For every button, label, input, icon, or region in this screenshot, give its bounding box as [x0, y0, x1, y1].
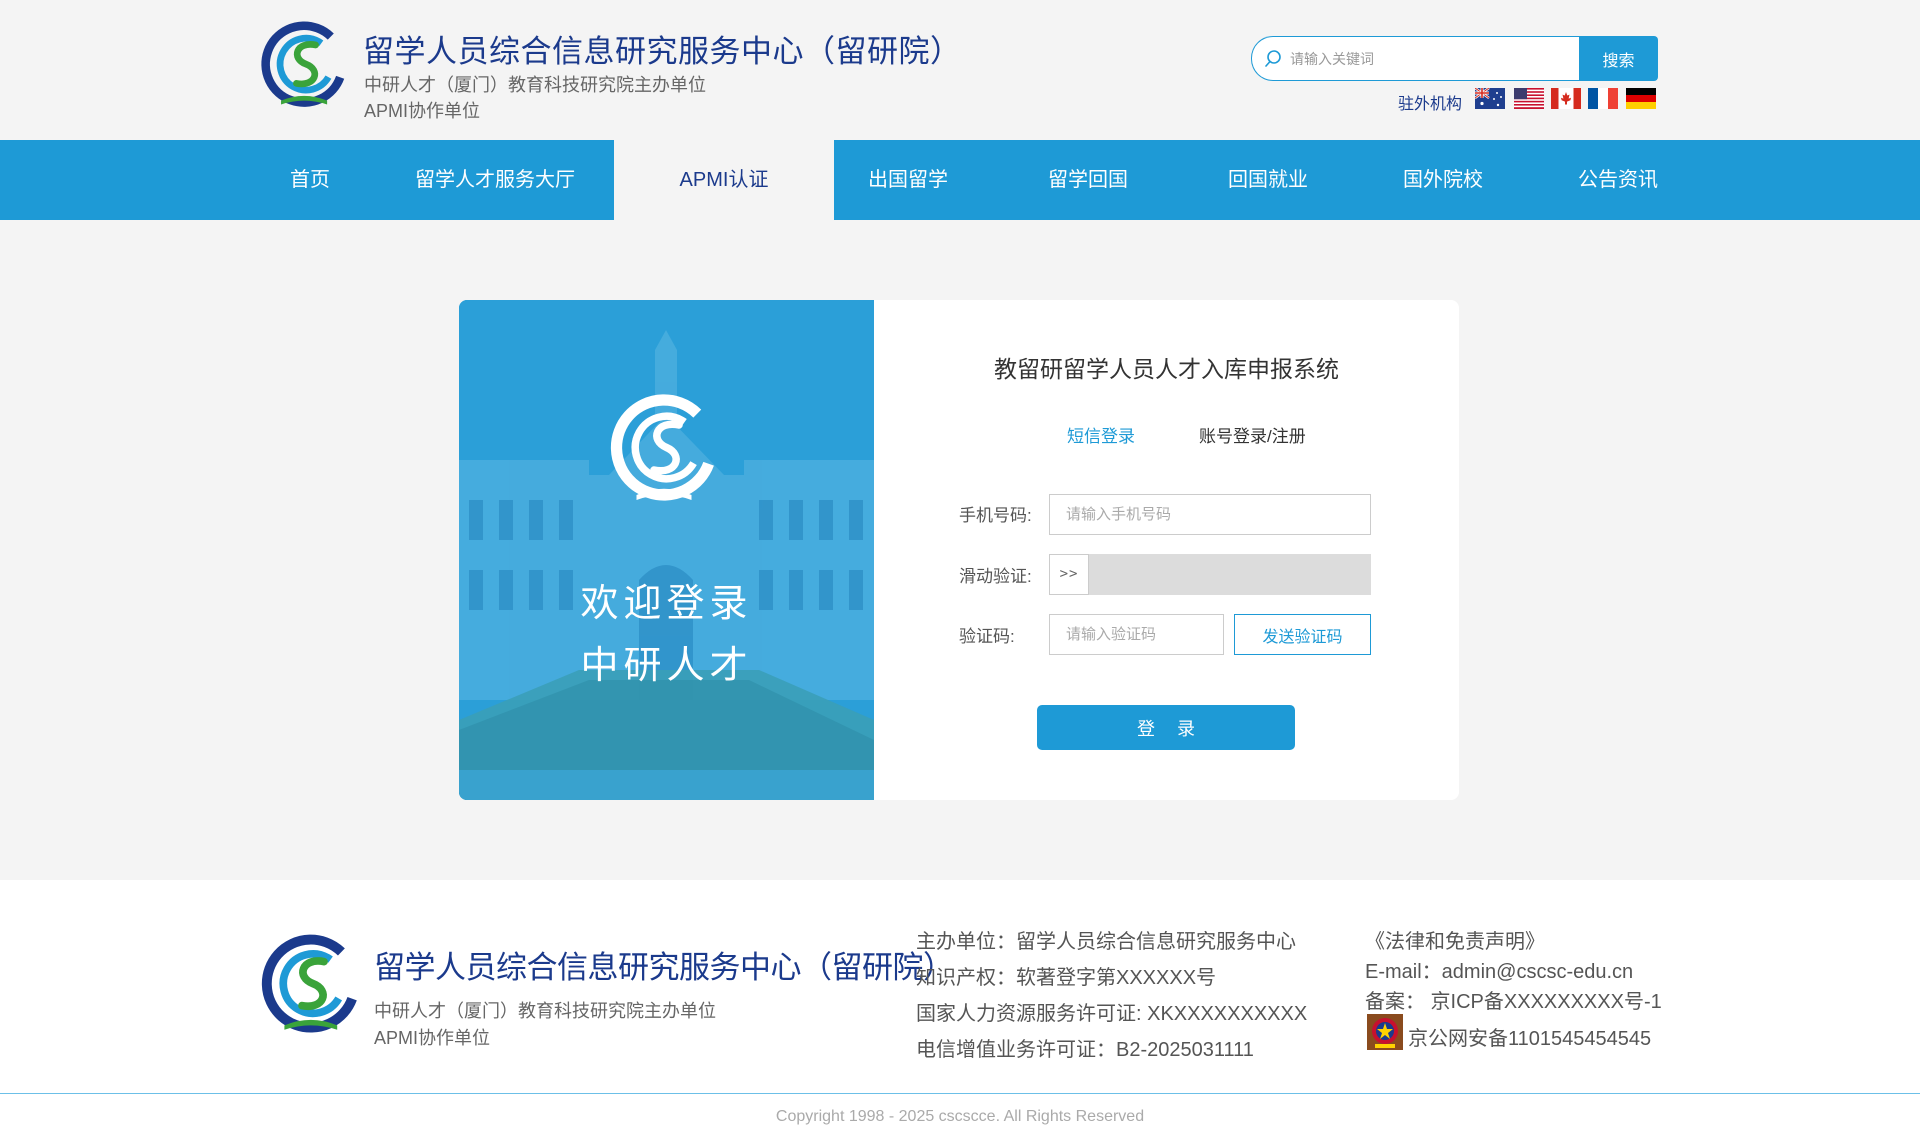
slider-captcha-track[interactable]: >> [1049, 554, 1371, 595]
code-input[interactable] [1049, 614, 1224, 655]
legal-disclaimer-link[interactable]: 《法律和免责声明》 [1365, 925, 1545, 954]
banner-logo-icon [610, 394, 718, 501]
search-button[interactable]: 搜索 [1579, 36, 1658, 81]
welcome-heading: 欢迎登录 [580, 583, 753, 625]
footer-subtitle-partner: APMI协作单位 [374, 1028, 491, 1048]
footer-title: 留学人员综合信息研究服务中心（留研院） [374, 950, 954, 985]
nav-item-study-abroad[interactable]: 出国留学 [858, 140, 958, 220]
tab-account-login[interactable]: 账号登录/注册 [1199, 422, 1306, 447]
site-footer: 留学人员综合信息研究服务中心（留研院） 中研人才（厦门）教育科技研究院主办单位 … [0, 880, 1920, 1141]
footer-logo-icon [261, 934, 360, 1033]
footer-sponsor: 主办单位：留学人员综合信息研究服务中心 [916, 931, 1296, 953]
welcome-banner: 欢迎登录 中研人才 [459, 300, 874, 800]
phone-label: 手机号码: [959, 506, 1032, 525]
main-navigation: 首页 留学人才服务大厅 APMI认证 出国留学 留学回国 回国就业 国外院校 公… [0, 140, 1920, 220]
footer-icp[interactable]: 备案： 京ICP备XXXXXXXXX号-1 [1365, 985, 1662, 1014]
nav-item-announcements[interactable]: 公告资讯 [1568, 140, 1668, 220]
footer-subtitle-organizer: 中研人才（厦门）教育科技研究院主办单位 [374, 1001, 716, 1021]
search-box [1251, 36, 1580, 81]
slider-handle[interactable]: >> [1049, 554, 1089, 595]
phone-input[interactable] [1049, 494, 1371, 535]
tab-sms-login[interactable]: 短信登录 [1067, 422, 1135, 447]
australia-flag-icon[interactable] [1475, 88, 1505, 109]
france-flag-icon[interactable] [1588, 88, 1618, 109]
code-label: 验证码: [959, 627, 1015, 646]
send-code-button[interactable]: 发送验证码 [1234, 614, 1371, 655]
site-title: 留学人员综合信息研究服务中心（留研院） [363, 34, 962, 69]
site-logo-icon[interactable] [258, 20, 354, 116]
nav-item-service-hall[interactable]: 留学人才服务大厅 [405, 140, 585, 220]
usa-flag-icon[interactable] [1514, 88, 1544, 109]
footer-copyright-reg: 知识产权：软著登字第XXXXXX号 [916, 967, 1217, 989]
login-card: 欢迎登录 中研人才 教留研留学人员人才入库申报系统 短信登录 账号登录/注册 手… [459, 300, 1459, 800]
footer-divider [0, 1093, 1920, 1094]
search-icon [1265, 50, 1281, 67]
campus-building-image [459, 300, 874, 800]
footer-police-record[interactable]: 京公网安备1101545454545 [1408, 1022, 1651, 1051]
police-badge-icon [1367, 1014, 1403, 1050]
overseas-offices-label[interactable]: 驻外机构 [1398, 90, 1462, 114]
nav-item-apmi[interactable]: APMI认证 [614, 140, 834, 220]
footer-telecom-license: 电信增值业务许可证：B2-2025031111 [916, 1039, 1254, 1061]
slider-label: 滑动验证: [959, 567, 1032, 586]
nav-item-foreign-schools[interactable]: 国外院校 [1393, 140, 1493, 220]
nav-item-home[interactable]: 首页 [270, 140, 350, 220]
search-input[interactable] [1290, 46, 1570, 72]
germany-flag-icon[interactable] [1626, 88, 1656, 109]
nav-item-return[interactable]: 留学回国 [1038, 140, 1138, 220]
form-title: 教留研留学人员人才入库申报系统 [994, 356, 1339, 382]
canada-flag-icon[interactable] [1551, 88, 1581, 109]
welcome-subheading: 中研人才 [580, 645, 753, 687]
nav-item-employment[interactable]: 回国就业 [1218, 140, 1318, 220]
site-subtitle-partner: APMI协作单位 [364, 101, 481, 121]
footer-hr-license: 国家人力资源服务许可证: XKXXXXXXXXXX [916, 1003, 1308, 1025]
login-button[interactable]: 登录 [1037, 705, 1295, 750]
site-header: 留学人员综合信息研究服务中心（留研院） 中研人才（厦门）教育科技研究院主办单位 … [0, 0, 1920, 140]
footer-email[interactable]: E-mail：admin@cscsc-edu.cn [1365, 955, 1633, 984]
site-subtitle-organizer: 中研人才（厦门）教育科技研究院主办单位 [364, 75, 706, 95]
copyright-text: Copyright 1998 - 2025 cscscce. All Right… [775, 1108, 1145, 1125]
